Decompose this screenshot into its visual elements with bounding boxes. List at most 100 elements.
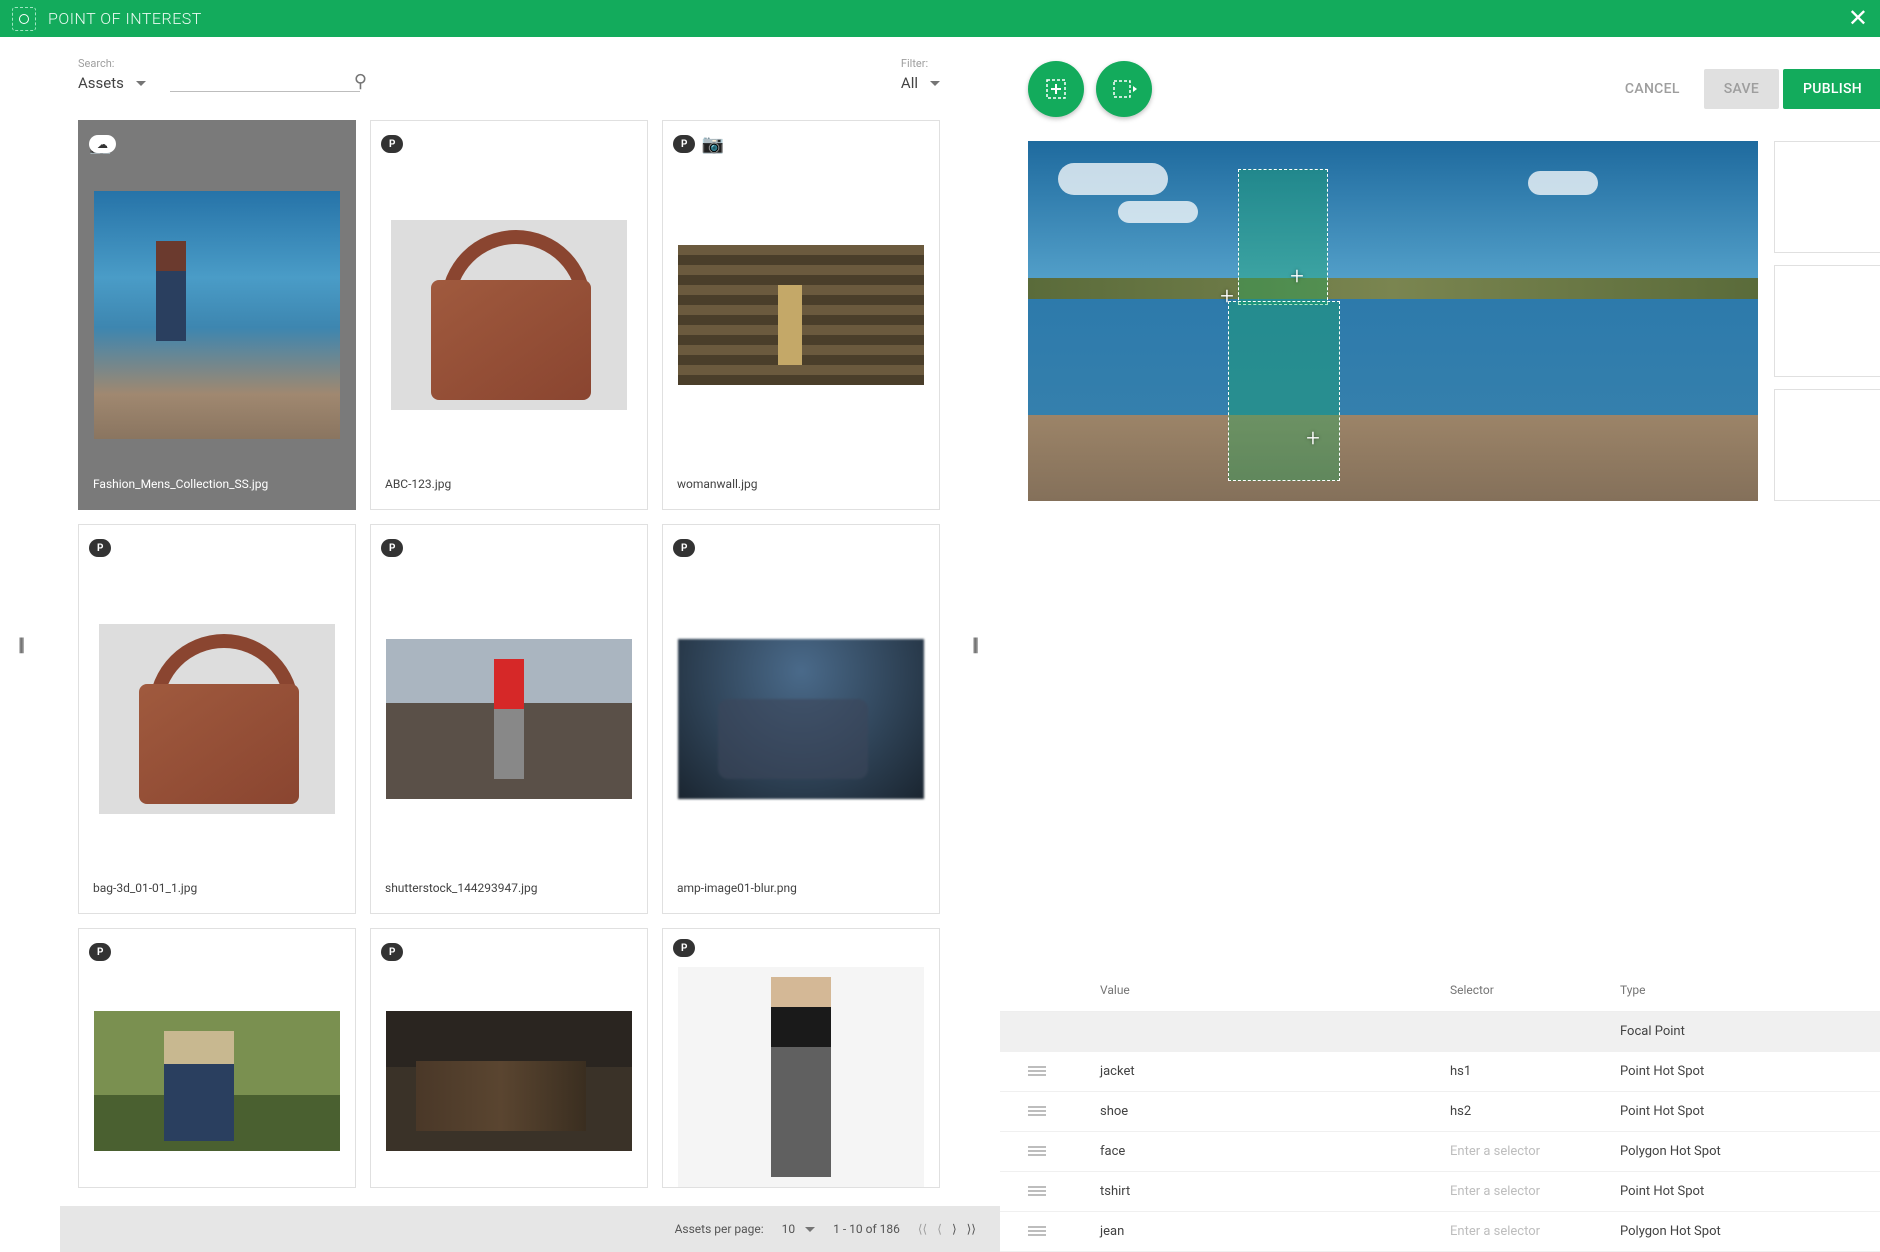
- cancel-button[interactable]: CANCEL: [1605, 69, 1700, 109]
- close-icon[interactable]: ✕: [1848, 6, 1868, 30]
- drag-handle-icon[interactable]: [1028, 1226, 1100, 1238]
- editor-panel: ||| CANCEL SAVE PUBLISH: [1000, 37, 1880, 1252]
- published-badge-icon: [89, 943, 111, 961]
- asset-thumbnail: [371, 975, 647, 1187]
- pagination-range: 1 - 10 of 186: [833, 1222, 900, 1236]
- hotspot-handle-icon[interactable]: +: [1216, 285, 1238, 307]
- row-type: Point Hot Spot: [1620, 1104, 1880, 1119]
- asset-filename: womanwall.jpg: [663, 463, 939, 509]
- page-first-icon[interactable]: ⟨⟨: [918, 1222, 927, 1236]
- filter-label: Filter:: [901, 57, 940, 70]
- row-value[interactable]: tshirt: [1100, 1184, 1450, 1199]
- pagination-bar: Assets per page: 10 1 - 10 of 186 ⟨⟨ ⟨ ⟩…: [60, 1206, 1000, 1252]
- asset-card[interactable]: 📷 womanwall.jpg: [662, 120, 940, 510]
- search-mode-control: Search: Assets: [78, 57, 146, 92]
- hotspot-handle-icon[interactable]: +: [1302, 427, 1324, 449]
- published-badge-icon: [381, 135, 403, 153]
- asset-filename: Fashion_Mens_Collection_SS.jpg: [79, 463, 355, 509]
- app-logo: [12, 7, 36, 31]
- per-page-value[interactable]: 10: [782, 1222, 796, 1236]
- asset-thumbnail: [79, 571, 355, 867]
- hotspot-table: Value Selector Type Focal Point jackeths1…: [1000, 969, 1880, 1252]
- drag-handle-icon[interactable]: [1028, 1146, 1100, 1158]
- published-badge-icon: [673, 135, 695, 153]
- row-value[interactable]: jean: [1100, 1224, 1450, 1239]
- row-value[interactable]: shoe: [1100, 1104, 1450, 1119]
- published-badge-icon: [381, 539, 403, 557]
- asset-card[interactable]: [78, 928, 356, 1188]
- row-type: Polygon Hot Spot: [1620, 1144, 1880, 1159]
- drag-handle-icon[interactable]: [1028, 1106, 1100, 1118]
- row-selector[interactable]: Enter a selector: [1450, 1144, 1620, 1159]
- asset-card[interactable]: [370, 928, 648, 1188]
- row-selector[interactable]: Enter a selector: [1450, 1184, 1620, 1199]
- page-last-icon[interactable]: ⟩⟩: [967, 1222, 976, 1236]
- asset-card[interactable]: amp-image01-blur.png: [662, 524, 940, 914]
- asset-thumbnail: [79, 975, 355, 1187]
- cloud-badge-icon: [89, 135, 116, 153]
- chevron-down-icon[interactable]: [930, 81, 940, 86]
- per-page-label: Assets per page:: [675, 1222, 764, 1236]
- save-button[interactable]: SAVE: [1704, 69, 1779, 109]
- search-mode-value[interactable]: Assets: [78, 74, 124, 92]
- asset-thumbnail: [79, 167, 355, 463]
- row-type: Point Hot Spot: [1620, 1064, 1880, 1079]
- hotspot-overlay[interactable]: + + +: [1218, 161, 1348, 491]
- hotspot-handle-icon[interactable]: +: [1286, 265, 1308, 287]
- page-prev-icon[interactable]: ⟨: [937, 1222, 942, 1236]
- crop-tool-button[interactable]: [1096, 61, 1152, 117]
- row-selector[interactable]: Enter a selector: [1450, 1224, 1620, 1239]
- row-selector[interactable]: hs1: [1450, 1064, 1620, 1079]
- column-header-type: Type: [1620, 983, 1880, 997]
- add-hotspot-button[interactable]: [1028, 61, 1084, 117]
- asset-card[interactable]: ABC-123.jpg: [370, 120, 648, 510]
- table-row[interactable]: shoehs2Point Hot Spot: [1000, 1092, 1880, 1132]
- asset-thumbnail: [371, 571, 647, 867]
- camera-icon: 📷: [701, 134, 723, 155]
- table-row[interactable]: faceEnter a selectorPolygon Hot Spot: [1000, 1132, 1880, 1172]
- asset-card[interactable]: bag-3d_01-01_1.jpg: [78, 524, 356, 914]
- search-input[interactable]: [170, 70, 360, 92]
- column-header-value: Value: [1100, 983, 1450, 997]
- row-value[interactable]: jacket: [1100, 1064, 1450, 1079]
- drag-handle-icon[interactable]: [1028, 1066, 1100, 1078]
- row-type: Polygon Hot Spot: [1620, 1224, 1880, 1239]
- panel-collapse-left-icon[interactable]: |||: [18, 634, 22, 655]
- row-value[interactable]: face: [1100, 1144, 1450, 1159]
- table-row[interactable]: tshirtEnter a selectorPoint Hot Spot: [1000, 1172, 1880, 1212]
- preview-variant-thumb[interactable]: [1774, 265, 1880, 377]
- row-selector[interactable]: hs2: [1450, 1104, 1620, 1119]
- panel-collapse-right-icon[interactable]: |||: [972, 634, 976, 655]
- asset-thumbnail: [663, 571, 939, 867]
- publish-button[interactable]: PUBLISH: [1783, 69, 1880, 109]
- preview-variant-thumb[interactable]: [1774, 389, 1880, 501]
- preview-variant-thumb[interactable]: [1774, 141, 1880, 253]
- asset-card[interactable]: 📷Fashion_Mens_Collection_SS.jpg: [78, 120, 356, 510]
- search-icon[interactable]: ⚲: [354, 71, 367, 92]
- asset-grid: 📷Fashion_Mens_Collection_SS.jpgABC-123.j…: [78, 120, 940, 1188]
- published-badge-icon: [673, 939, 695, 957]
- drag-handle-icon[interactable]: [1028, 1186, 1100, 1198]
- asset-card[interactable]: shutterstock_144293947.jpg: [370, 524, 648, 914]
- row-type: Focal Point: [1620, 1024, 1880, 1039]
- search-label: Search:: [78, 57, 146, 70]
- chevron-down-icon[interactable]: [805, 1227, 815, 1232]
- published-badge-icon: [381, 943, 403, 961]
- column-header-selector: Selector: [1450, 983, 1620, 997]
- published-badge-icon: [89, 539, 111, 557]
- row-type: Point Hot Spot: [1620, 1184, 1880, 1199]
- page-next-icon[interactable]: ⟩: [952, 1222, 957, 1236]
- table-row[interactable]: Focal Point: [1000, 1012, 1880, 1052]
- asset-filename: shutterstock_144293947.jpg: [371, 867, 647, 913]
- asset-thumbnail: [371, 167, 647, 463]
- asset-filename: bag-3d_01-01_1.jpg: [79, 867, 355, 913]
- table-row[interactable]: jeanEnter a selectorPolygon Hot Spot: [1000, 1212, 1880, 1252]
- filter-value[interactable]: All: [901, 74, 918, 92]
- asset-card[interactable]: [662, 928, 940, 1188]
- page-title: POINT OF INTEREST: [48, 9, 202, 28]
- chevron-down-icon[interactable]: [136, 81, 146, 86]
- table-row[interactable]: jackeths1Point Hot Spot: [1000, 1052, 1880, 1092]
- main-preview-image[interactable]: + + +: [1028, 141, 1758, 501]
- asset-filename: amp-image01-blur.png: [663, 867, 939, 913]
- asset-thumbnail: [663, 967, 939, 1187]
